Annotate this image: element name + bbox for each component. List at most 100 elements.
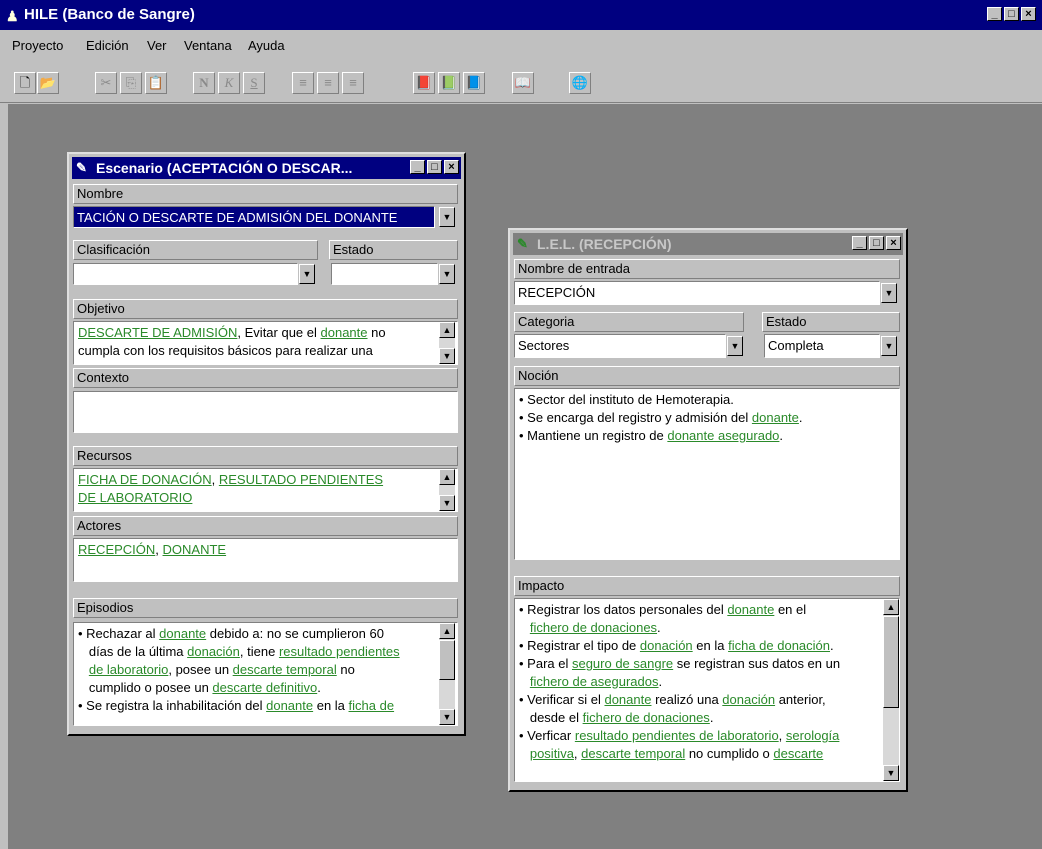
chevron-down-icon[interactable]: ▼ (299, 264, 315, 284)
close-button[interactable]: × (1021, 7, 1036, 21)
glossary-link[interactable]: FICHA DE DONACIÓN (78, 472, 212, 487)
glossary-link[interactable]: donante (159, 626, 206, 641)
open-folder-icon[interactable]: 📂 (37, 72, 59, 94)
scroll-thumb[interactable] (439, 640, 455, 680)
glossary-link[interactable]: ficha de donación (728, 638, 830, 653)
align-right-icon[interactable]: ≡ (342, 72, 364, 94)
lel-green-book-icon[interactable]: 📗 (438, 72, 460, 94)
categoria-select[interactable]: Sectores (514, 334, 726, 358)
scroll-down-icon[interactable]: ▼ (439, 348, 455, 364)
episodios-memo[interactable]: • Rechazar al donante debido a: no se cu… (73, 622, 458, 726)
menu-ventana[interactable]: Ventana (184, 38, 232, 53)
glossary-link[interactable]: donación (640, 638, 693, 653)
nombre-field[interactable]: TACIÓN O DESCARTE DE ADMISIÓN DEL DONANT… (73, 206, 435, 228)
scenario-window[interactable]: ✎ Escenario (ACEPTACIÓN O DESCAR... _ □ … (67, 152, 466, 736)
menu-edicion[interactable]: Edición (86, 38, 129, 53)
chevron-down-icon[interactable]: ▼ (881, 336, 897, 356)
glossary-link[interactable]: DE LABORATORIO (78, 490, 192, 505)
glossary-link[interactable]: donante (321, 325, 368, 340)
chevron-down-icon[interactable]: ▼ (727, 336, 743, 356)
glossary-link[interactable]: DESCARTE DE ADMISIÓN (78, 325, 237, 340)
scenario-book-icon[interactable]: 📕 (413, 72, 435, 94)
glossary-link[interactable]: donación (187, 644, 240, 659)
glossary-link[interactable]: resultado pendientes (279, 644, 400, 659)
glossary-link[interactable]: donante (266, 698, 313, 713)
glossary-link[interactable]: ficha de (349, 698, 395, 713)
text-line: • Verificar si el donante realizó una do… (519, 691, 895, 709)
lel-window[interactable]: ✎ L.E.L. (RECEPCIÓN) _ □ × Nombre de ent… (508, 228, 908, 792)
glossary-link[interactable]: de laboratorio (89, 662, 169, 677)
copy-icon[interactable]: ⎘ (120, 72, 142, 94)
maximize-button[interactable]: □ (1004, 7, 1019, 21)
paste-icon[interactable]: 📋 (145, 72, 167, 94)
contexto-memo[interactable] (73, 391, 458, 433)
menu-ver[interactable]: Ver (147, 38, 167, 53)
glossary-link[interactable]: fichero de donaciones (583, 710, 710, 725)
underline-icon[interactable]: S (243, 72, 265, 94)
objetivo-scrollbar[interactable]: ▲ ▼ (439, 322, 455, 364)
chevron-down-icon[interactable]: ▼ (439, 207, 455, 227)
estado-select[interactable]: Completa (764, 334, 880, 358)
minimize-button[interactable]: _ (410, 160, 425, 174)
scroll-down-icon[interactable]: ▼ (439, 709, 455, 725)
impacto-memo[interactable]: • Registrar los datos personales del don… (514, 598, 900, 782)
scroll-up-icon[interactable]: ▲ (439, 469, 455, 485)
minimize-button[interactable]: _ (852, 236, 867, 250)
chevron-down-icon[interactable]: ▼ (881, 283, 897, 303)
episodios-scrollbar[interactable]: ▲ ▼ (439, 623, 455, 725)
maximize-button[interactable]: □ (869, 236, 884, 250)
scroll-up-icon[interactable]: ▲ (439, 623, 455, 639)
clasificacion-select[interactable] (73, 263, 298, 285)
glossary-link[interactable]: seguro de sangre (572, 656, 673, 671)
glossary-link[interactable]: positiva (530, 746, 574, 761)
glossary-link[interactable]: donante (752, 410, 799, 425)
close-button[interactable]: × (886, 236, 901, 250)
glossary-link[interactable]: RESULTADO PENDIENTES (219, 472, 383, 487)
glossary-link[interactable]: RECEPCIÓN (78, 542, 155, 557)
scroll-down-icon[interactable]: ▼ (439, 495, 455, 511)
cut-icon[interactable]: ✂ (95, 72, 117, 94)
actores-memo[interactable]: RECEPCIÓN, DONANTE (73, 538, 458, 582)
estado-select[interactable] (331, 263, 438, 285)
menu-ayuda[interactable]: Ayuda (248, 38, 285, 53)
glossary-link[interactable]: donante asegurado (667, 428, 779, 443)
bold-icon[interactable]: N (193, 72, 215, 94)
align-center-icon[interactable]: ≡ (317, 72, 339, 94)
glossary-link[interactable]: donante (727, 602, 774, 617)
nombre-entrada-field[interactable]: RECEPCIÓN (514, 281, 880, 305)
scroll-up-icon[interactable]: ▲ (883, 599, 899, 615)
glossary-link[interactable]: donación (722, 692, 775, 707)
chevron-down-icon[interactable]: ▼ (439, 264, 455, 284)
recursos-scrollbar[interactable]: ▲ ▼ (439, 469, 455, 511)
recursos-memo[interactable]: FICHA DE DONACIÓN, RESULTADO PENDIENTES D… (73, 468, 458, 512)
minimize-button[interactable]: _ (987, 7, 1002, 21)
objetivo-memo[interactable]: DESCARTE DE ADMISIÓN, Evitar que el dona… (73, 321, 458, 365)
glossary-link[interactable]: descarte temporal (233, 662, 337, 677)
maximize-button[interactable]: □ (427, 160, 442, 174)
italic-icon[interactable]: K (218, 72, 240, 94)
nocion-memo[interactable]: • Sector del instituto de Hemoterapia. • … (514, 388, 900, 560)
scroll-thumb[interactable] (883, 616, 899, 708)
menu-proyecto[interactable]: Proyecto (12, 38, 63, 53)
glossary-link[interactable]: resultado pendientes de laboratorio (575, 728, 779, 743)
scroll-down-icon[interactable]: ▼ (883, 765, 899, 781)
new-file-icon[interactable]: 🗋 (14, 72, 36, 94)
impacto-scrollbar[interactable]: ▲ ▼ (883, 599, 899, 781)
glossary-link[interactable]: donante (604, 692, 651, 707)
glossary-link[interactable]: fichero de donaciones (530, 620, 657, 635)
align-left-icon[interactable]: ≡ (292, 72, 314, 94)
glossary-link[interactable]: descarte (773, 746, 823, 761)
lel-window-title-bar[interactable]: ✎ L.E.L. (RECEPCIÓN) _ □ × (513, 233, 903, 255)
glossary-link[interactable]: serología (786, 728, 839, 743)
scenario-window-title-bar[interactable]: ✎ Escenario (ACEPTACIÓN O DESCAR... _ □ … (72, 157, 461, 179)
glossary-link[interactable]: descarte temporal (581, 746, 685, 761)
open-book-icon[interactable]: 📖 (512, 72, 534, 94)
glossary-link[interactable]: fichero de asegurados (530, 674, 659, 689)
blue-book-icon[interactable]: 📘 (463, 72, 485, 94)
glossary-link[interactable]: descarte definitivo (212, 680, 317, 695)
app-title-bar[interactable]: ♟ HILE (Banco de Sangre) _ □ × (0, 0, 1042, 30)
scroll-up-icon[interactable]: ▲ (439, 322, 455, 338)
glossary-link[interactable]: DONANTE (163, 542, 227, 557)
close-button[interactable]: × (444, 160, 459, 174)
help-globe-icon[interactable]: 🌐 (569, 72, 591, 94)
